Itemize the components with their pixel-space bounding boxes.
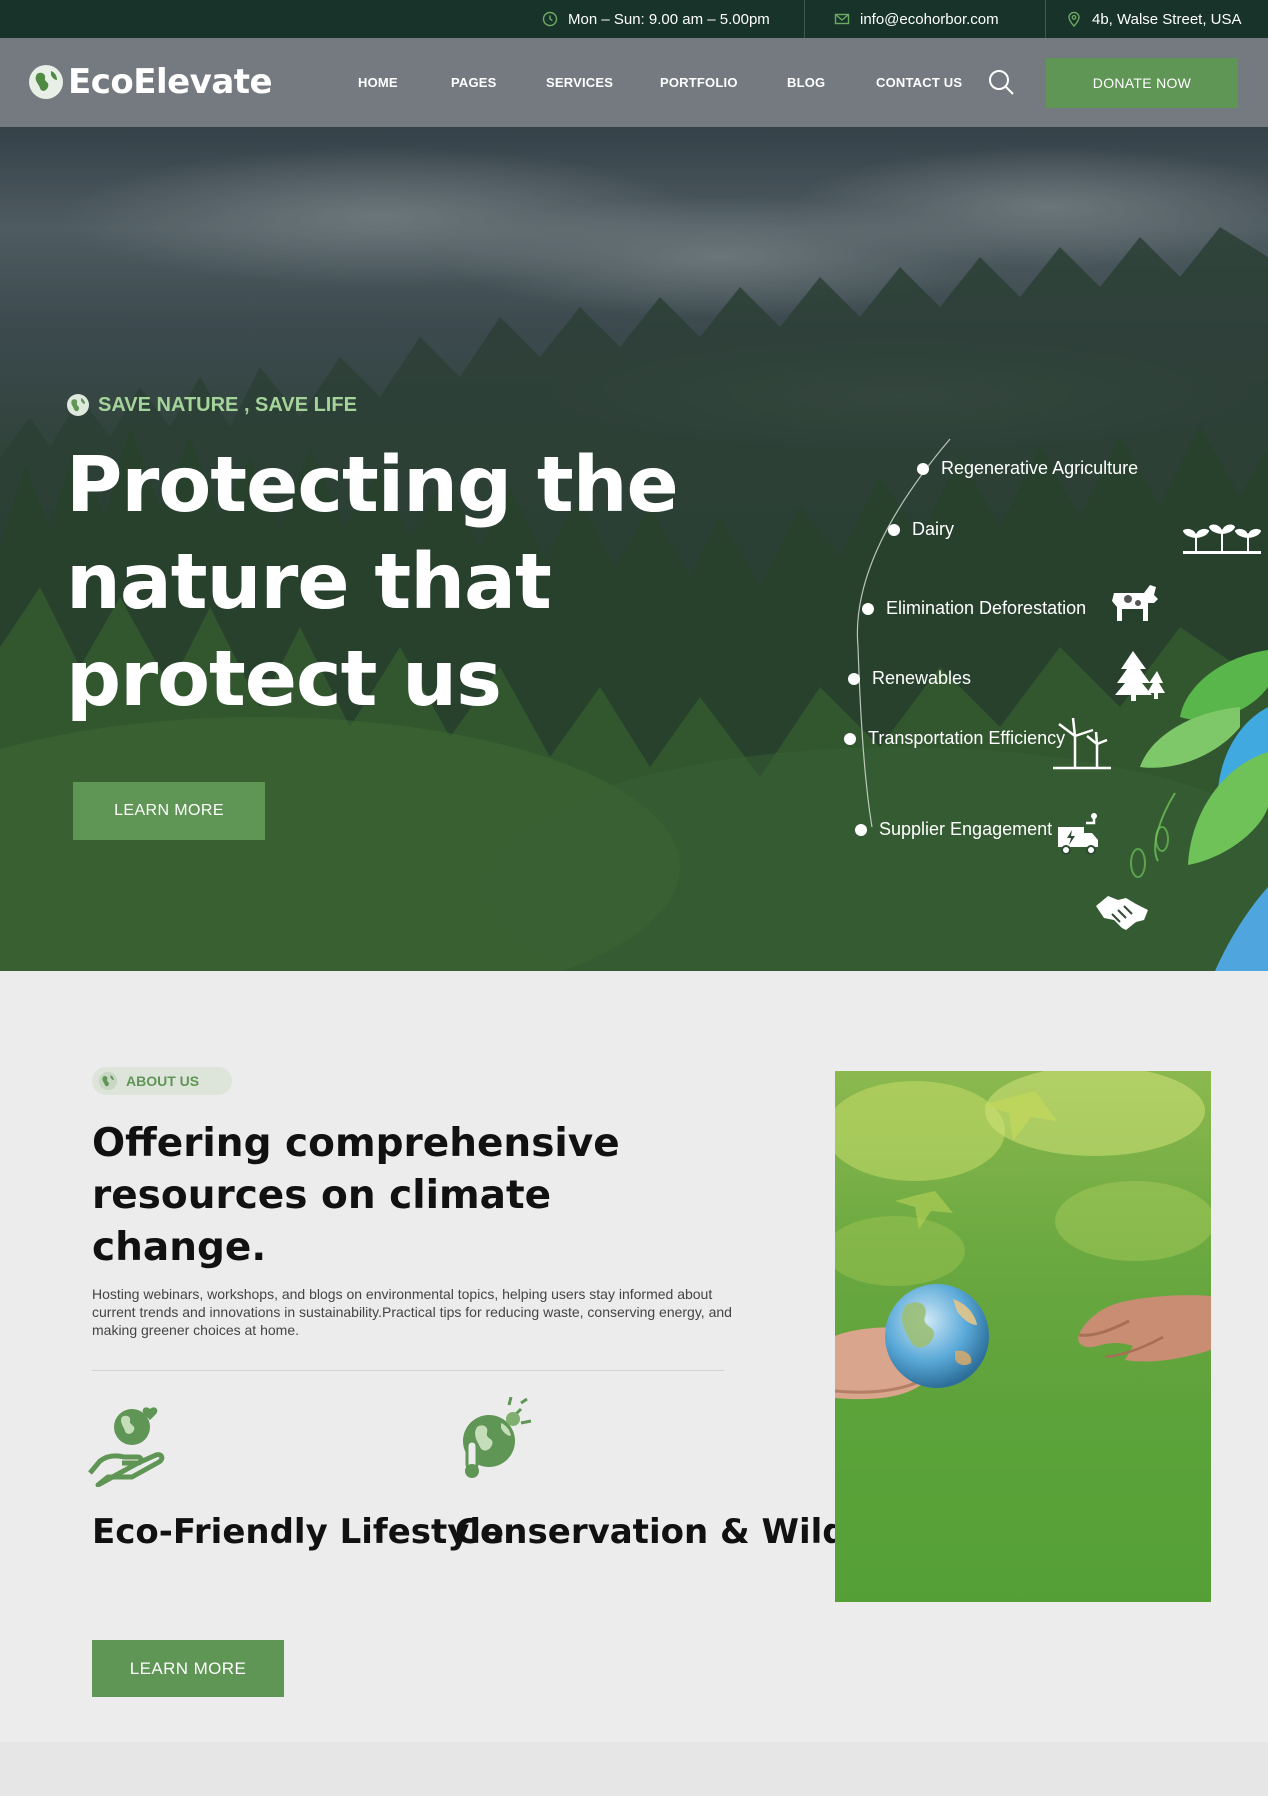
feature-label: Renewables — [872, 668, 972, 688]
hands-globe-image — [835, 1071, 1211, 1602]
hands-globe-photo — [835, 1071, 1211, 1602]
top-info-bar: Mon – Sun: 9.00 am – 5.00pm info@ecohorb… — [0, 0, 1268, 38]
hero-section: SAVE NATURE , SAVE LIFE Protecting the n… — [0, 127, 1268, 971]
nav-blog[interactable]: BLOG — [787, 38, 825, 127]
feature-label: Elimination Deforestation — [886, 598, 1087, 618]
feature-item[interactable]: Supplier Engagement — [855, 819, 1052, 840]
hours-info: Mon – Sun: 9.00 am – 5.00pm — [542, 0, 770, 38]
timeline-dot — [888, 523, 900, 536]
nav-home[interactable]: HOME — [358, 38, 398, 127]
electric-truck-icon — [1058, 813, 1098, 855]
nav-pages[interactable]: PAGES — [451, 38, 497, 127]
globe-logo-icon — [29, 65, 63, 99]
nav-portfolio[interactable]: PORTFOLIO — [660, 38, 738, 127]
address-text: 4b, Walse Street, USA — [1092, 10, 1242, 28]
nav-contact-us[interactable]: CONTACT US — [876, 38, 962, 127]
hours-text: Mon – Sun: 9.00 am – 5.00pm — [568, 10, 770, 28]
feature-label: Dairy — [912, 519, 955, 539]
email-info[interactable]: info@ecohorbor.com — [834, 0, 999, 38]
feature-item[interactable]: Dairy — [888, 519, 954, 540]
nav-services[interactable]: SERVICES — [546, 38, 613, 127]
main-navigation: EcoElevate HOME PAGES SERVICES PORTFOLIO… — [0, 38, 1268, 127]
email-text[interactable]: info@ecohorbor.com — [860, 11, 999, 28]
globe-in-hand-icon — [88, 1407, 165, 1487]
globe-icon — [98, 1071, 118, 1091]
search-icon[interactable] — [987, 68, 1015, 96]
about-us-badge: ABOUT US — [92, 1067, 232, 1095]
feature-item[interactable]: Regenerative Agriculture — [917, 458, 1138, 479]
about-description: Hosting webinars, workshops, and blogs o… — [92, 1286, 732, 1338]
timeline-dot — [844, 732, 856, 745]
logo[interactable]: EcoElevate — [28, 62, 273, 102]
mail-icon — [834, 13, 850, 25]
handshake-icon — [1096, 896, 1148, 930]
feature-label: Regenerative Agriculture — [941, 458, 1139, 478]
about-title: Offering comprehensive resources on clim… — [92, 1121, 620, 1270]
donate-now-button[interactable]: DONATE NOW — [1046, 58, 1238, 108]
next-section-strip — [0, 1742, 1268, 1796]
globe-icon — [67, 394, 89, 416]
divider — [92, 1370, 724, 1371]
pine-trees-icon — [1115, 651, 1165, 701]
location-pin-icon — [1068, 11, 1080, 27]
logo-text: EcoElevate — [68, 62, 273, 102]
hero-title: Protecting the nature that protect us — [66, 441, 679, 724]
timeline-dot — [848, 672, 860, 685]
clock-icon — [542, 11, 558, 27]
hero-learn-more-button[interactable]: LEARN MORE — [73, 782, 265, 840]
feature-item[interactable]: Elimination Deforestation — [862, 598, 1086, 619]
globe-thermometer-icon — [463, 1397, 532, 1478]
timeline-dot — [855, 823, 867, 836]
timeline-dot — [862, 602, 874, 615]
about-badge-text: ABOUT US — [126, 1073, 200, 1089]
feature-label: Supplier Engagement — [879, 819, 1053, 839]
address-info: 4b, Walse Street, USA — [1066, 0, 1242, 38]
cow-icon — [1112, 585, 1158, 621]
feature-label: Transportation Efficiency — [868, 728, 1066, 748]
topbar-divider — [804, 0, 805, 38]
topbar-divider — [1045, 0, 1046, 38]
feature-item[interactable]: Renewables — [848, 668, 971, 689]
card-title-eco-friendly: Eco-Friendly Lifestyle — [92, 1512, 505, 1552]
feature-item[interactable]: Transportation Efficiency — [844, 728, 1065, 749]
timeline-dot — [917, 462, 929, 475]
about-learn-more-button[interactable]: LEARN MORE — [92, 1640, 284, 1697]
hero-eyebrow: SAVE NATURE , SAVE LIFE — [66, 393, 357, 417]
hero-eyebrow-text: SAVE NATURE , SAVE LIFE — [98, 393, 357, 416]
sprouts-icon — [1183, 524, 1261, 554]
